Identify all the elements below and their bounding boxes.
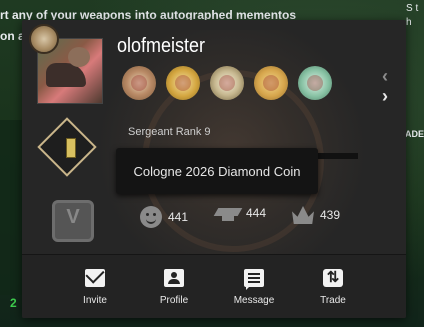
profile-card-icon <box>164 269 184 287</box>
coin-5-icon[interactable] <box>298 66 332 100</box>
coin-emblem <box>219 75 235 91</box>
trade-button[interactable]: Trade <box>298 255 368 318</box>
stat-friendly: 441 <box>140 206 188 228</box>
profile-button[interactable]: Profile <box>139 255 209 318</box>
profile-badge-icon <box>29 24 59 54</box>
smile-icon <box>140 206 162 228</box>
chevron-right-icon[interactable]: › <box>382 86 388 107</box>
coin-2-icon[interactable] <box>166 66 200 100</box>
coin-1-icon[interactable] <box>122 66 156 100</box>
stat-leader: 439 <box>292 206 340 224</box>
stat-friendly-value: 441 <box>168 210 189 224</box>
message-button[interactable]: Message <box>219 255 289 318</box>
invite-label: Invite <box>83 295 107 306</box>
profile-label: Profile <box>159 295 189 306</box>
coin-tooltip: Cologne 2026 Diamond Coin <box>116 148 318 194</box>
rank-chevron-icon <box>66 138 76 158</box>
service-medal-icon[interactable] <box>52 200 94 242</box>
message-label: Message <box>233 295 275 306</box>
trade-icon <box>323 269 343 287</box>
background-left-number: 2 <box>10 296 17 310</box>
background-left-strip <box>0 120 22 295</box>
coin-emblem <box>175 75 191 91</box>
coin-4-icon[interactable] <box>254 66 288 100</box>
stat-teacher-value: 444 <box>246 206 267 220</box>
coin-emblem <box>131 75 147 91</box>
action-bar: Invite Profile Message Trade <box>22 255 406 318</box>
crown-icon <box>292 206 314 224</box>
background-right-fragment: S t h <box>406 3 419 28</box>
chevron-left-icon[interactable]: ‹ <box>382 66 388 87</box>
coin-emblem <box>263 75 279 91</box>
player-card: olofmeister ‹ › Sergeant Rank 9 Cologne … <box>22 20 406 318</box>
stat-teacher: 444 <box>216 206 267 221</box>
coin-emblem <box>307 75 323 91</box>
rank-text: Sergeant Rank 9 <box>128 126 211 138</box>
coin-showcase <box>122 66 332 100</box>
coin-3-icon[interactable] <box>210 66 244 100</box>
invite-button[interactable]: Invite <box>60 255 130 318</box>
background-subline: on a <box>0 29 25 43</box>
envelope-icon <box>85 269 105 287</box>
message-icon <box>244 269 264 290</box>
graduation-cap-icon <box>216 206 240 221</box>
stat-leader-value: 439 <box>320 208 341 222</box>
username: olofmeister <box>117 35 206 57</box>
avatar-figure-head <box>68 47 90 67</box>
trade-label: Trade <box>320 295 346 306</box>
